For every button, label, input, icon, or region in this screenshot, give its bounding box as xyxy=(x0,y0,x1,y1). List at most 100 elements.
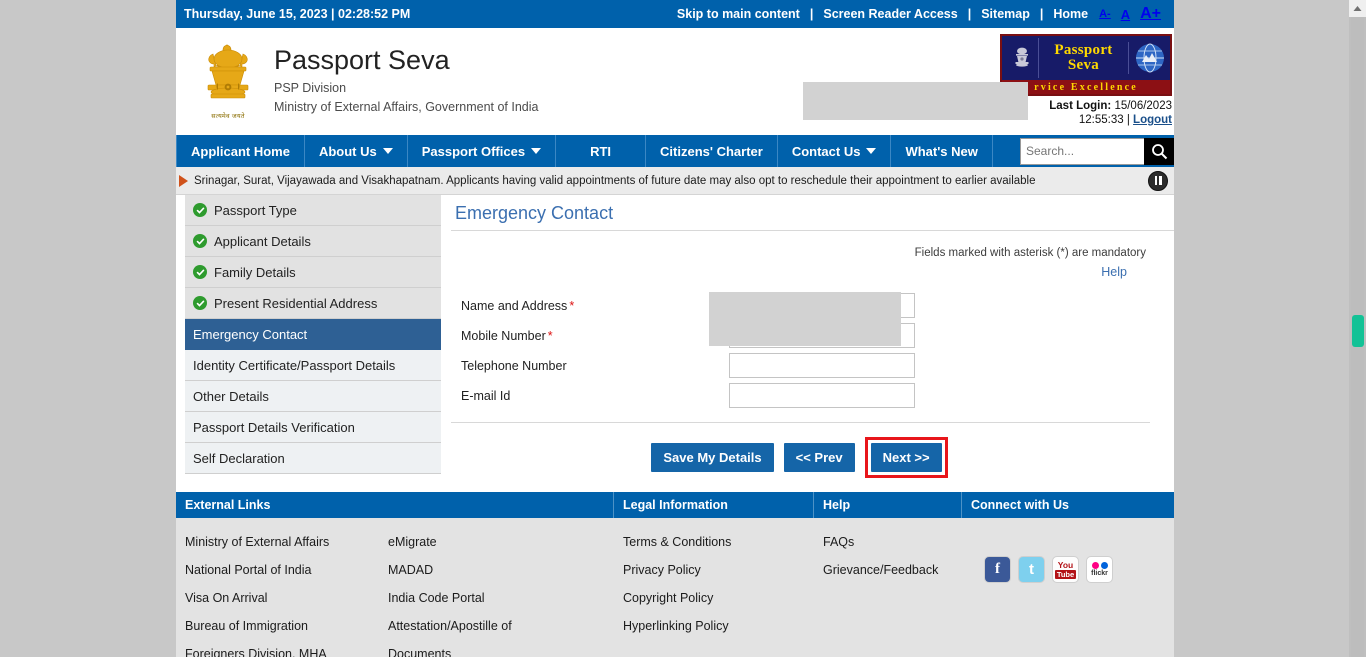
sidebar-item-label: Applicant Details xyxy=(214,233,311,249)
search-area xyxy=(1020,135,1174,167)
email-id-input[interactable] xyxy=(729,383,915,408)
sidebar-item-label: Emergency Contact xyxy=(193,326,308,342)
application-steps-sidebar: Passport Type Applicant Details Family D… xyxy=(176,195,441,474)
globe-icon xyxy=(1135,43,1164,73)
footer-heading-connect-with-us: Connect with Us xyxy=(971,498,1069,512)
field-label-text: Telephone Number xyxy=(461,358,567,373)
footer-link[interactable]: FAQs xyxy=(823,528,938,556)
home-link[interactable]: Home xyxy=(1047,7,1094,21)
screenshot-root: Thursday, June 15, 2023 | 02:28:52 PM Sk… xyxy=(0,0,1366,657)
social-icons: f t You Tube flickr xyxy=(971,528,1113,657)
youtube-icon[interactable]: You Tube xyxy=(1052,556,1079,583)
sidebar-item-self-declaration[interactable]: Self Declaration xyxy=(185,443,441,474)
footer-headings: External Links Legal Information Help Co… xyxy=(176,492,1174,518)
scrollbar-thumb[interactable] xyxy=(1352,315,1364,347)
prev-button[interactable]: << Prev xyxy=(783,443,855,472)
footer-link[interactable]: Copyright Policy xyxy=(623,584,731,612)
sidebar-item-label: Identity Certificate/Passport Details xyxy=(193,357,396,373)
footer-link[interactable]: MADAD xyxy=(388,556,512,584)
field-label-text: Mobile Number xyxy=(461,328,546,343)
sitemap-link[interactable]: Sitemap xyxy=(975,7,1036,21)
footer-heading-external-links: External Links xyxy=(176,492,614,518)
flickr-label: flickr xyxy=(1091,570,1108,577)
topbar-links: Skip to main content | Screen Reader Acc… xyxy=(671,5,1166,23)
footer-link[interactable]: Ministry of External Affairs xyxy=(185,528,388,556)
screen-reader-access-link[interactable]: Screen Reader Access xyxy=(817,7,963,21)
twitter-icon[interactable]: t xyxy=(1018,556,1045,583)
chevron-down-icon xyxy=(382,148,393,154)
check-icon xyxy=(193,203,207,217)
nav-item-contact-us[interactable]: Contact Us xyxy=(778,135,892,167)
legal-links: Terms & Conditions Privacy Policy Copyri… xyxy=(623,528,731,657)
last-login-date: 15/06/2023 xyxy=(1114,100,1172,112)
badge-emblem-box xyxy=(1005,38,1039,78)
footer-link[interactable]: Visa On Arrival xyxy=(185,584,388,612)
help-link[interactable]: Help xyxy=(1101,265,1127,279)
font-size-increase-button[interactable]: A+ xyxy=(1135,5,1166,23)
sidebar-item-passport-details-verification[interactable]: Passport Details Verification xyxy=(185,412,441,443)
footer-link[interactable]: Grievance/Feedback xyxy=(823,556,938,584)
footer-link[interactable]: Privacy Policy xyxy=(623,556,731,584)
sidebar-item-identity-certificate[interactable]: Identity Certificate/Passport Details xyxy=(185,350,441,381)
field-label: Mobile Number * xyxy=(451,329,729,343)
logout-link[interactable]: Logout xyxy=(1133,114,1172,126)
sidebar-item-other-details[interactable]: Other Details xyxy=(185,381,441,412)
nav-item-rti[interactable]: RTI xyxy=(556,135,647,167)
footer-link[interactable]: Bureau of Immigration xyxy=(185,612,388,640)
sidebar-item-applicant-details[interactable]: Applicant Details xyxy=(185,226,441,257)
footer-link[interactable]: Terms & Conditions xyxy=(623,528,731,556)
save-my-details-button[interactable]: Save My Details xyxy=(651,443,774,472)
field-label: Telephone Number xyxy=(451,359,729,373)
nav-item-applicant-home[interactable]: Applicant Home xyxy=(176,135,305,167)
skip-to-main-content-link[interactable]: Skip to main content xyxy=(671,7,806,21)
sidebar-item-family-details[interactable]: Family Details xyxy=(185,257,441,288)
required-asterisk: * xyxy=(569,298,575,313)
scrollbar-up-button[interactable] xyxy=(1349,0,1366,17)
passport-seva-page: Thursday, June 15, 2023 | 02:28:52 PM Sk… xyxy=(176,0,1174,657)
nav-item-citizens-charter[interactable]: Citizens' Charter xyxy=(646,135,778,167)
footer-link[interactable]: Attestation/Apostille of xyxy=(388,612,512,640)
flickr-dot-blue xyxy=(1100,562,1108,569)
font-size-normal-button[interactable]: A xyxy=(1116,7,1135,22)
badge-title: Passport Seva xyxy=(1039,43,1128,73)
footer-link[interactable]: National Portal of India xyxy=(185,556,388,584)
nav-item-about-us[interactable]: About Us xyxy=(305,135,408,167)
next-button[interactable]: Next >> xyxy=(870,443,942,472)
check-icon xyxy=(193,234,207,248)
sidebar-item-emergency-contact[interactable]: Emergency Contact xyxy=(185,319,441,350)
ashoka-emblem-icon xyxy=(207,44,249,99)
pause-bar-left xyxy=(1154,176,1157,185)
nav-item-passport-offices[interactable]: Passport Offices xyxy=(408,135,557,167)
font-size-decrease-button[interactable]: A- xyxy=(1094,8,1116,20)
field-label: E-mail Id xyxy=(451,389,729,403)
facebook-icon[interactable]: f xyxy=(984,556,1011,583)
footer-link[interactable]: Documents xyxy=(388,640,512,657)
search-input[interactable] xyxy=(1020,137,1144,165)
announcement-marquee: Srinagar, Surat, Vijayawada and Visakhap… xyxy=(176,167,1174,195)
footer-link[interactable]: Hyperlinking Policy xyxy=(623,612,731,640)
last-login-pipe: | xyxy=(1126,114,1130,126)
footer-link[interactable]: Foreigners Division, MHA xyxy=(185,640,388,657)
sidebar-item-passport-type[interactable]: Passport Type xyxy=(185,195,441,226)
national-emblem-block: सत्यमेव जयते xyxy=(190,42,266,120)
footer-link[interactable]: India Code Portal xyxy=(388,584,512,612)
main-navigation: Applicant Home About Us Passport Offices… xyxy=(176,135,1174,167)
sidebar-item-present-residential-address[interactable]: Present Residential Address xyxy=(185,288,441,319)
nav-label: Citizens' Charter xyxy=(660,143,763,159)
browser-scrollbar[interactable] xyxy=(1349,0,1366,657)
nav-item-whats-new[interactable]: What's New xyxy=(891,135,993,167)
footer-column-connect: f t You Tube flickr xyxy=(962,528,1174,657)
topbar-separator-3: | xyxy=(1039,7,1044,21)
help-link-row: Help xyxy=(451,259,1174,279)
topbar-separator-2: | xyxy=(967,7,972,21)
flickr-icon[interactable]: flickr xyxy=(1086,556,1113,583)
footer-link[interactable]: eMigrate xyxy=(388,528,512,556)
last-login-label: Last Login: xyxy=(1049,100,1112,112)
pause-bar-right xyxy=(1159,176,1162,185)
site-branding: Passport Seva PSP Division Ministry of E… xyxy=(274,46,538,115)
youtube-bottom-text: Tube xyxy=(1054,569,1077,579)
telephone-number-input[interactable] xyxy=(729,353,915,378)
marquee-pause-button[interactable] xyxy=(1148,170,1168,191)
footer-column-legal: Terms & Conditions Privacy Policy Copyri… xyxy=(614,528,814,657)
search-button[interactable] xyxy=(1144,137,1174,165)
